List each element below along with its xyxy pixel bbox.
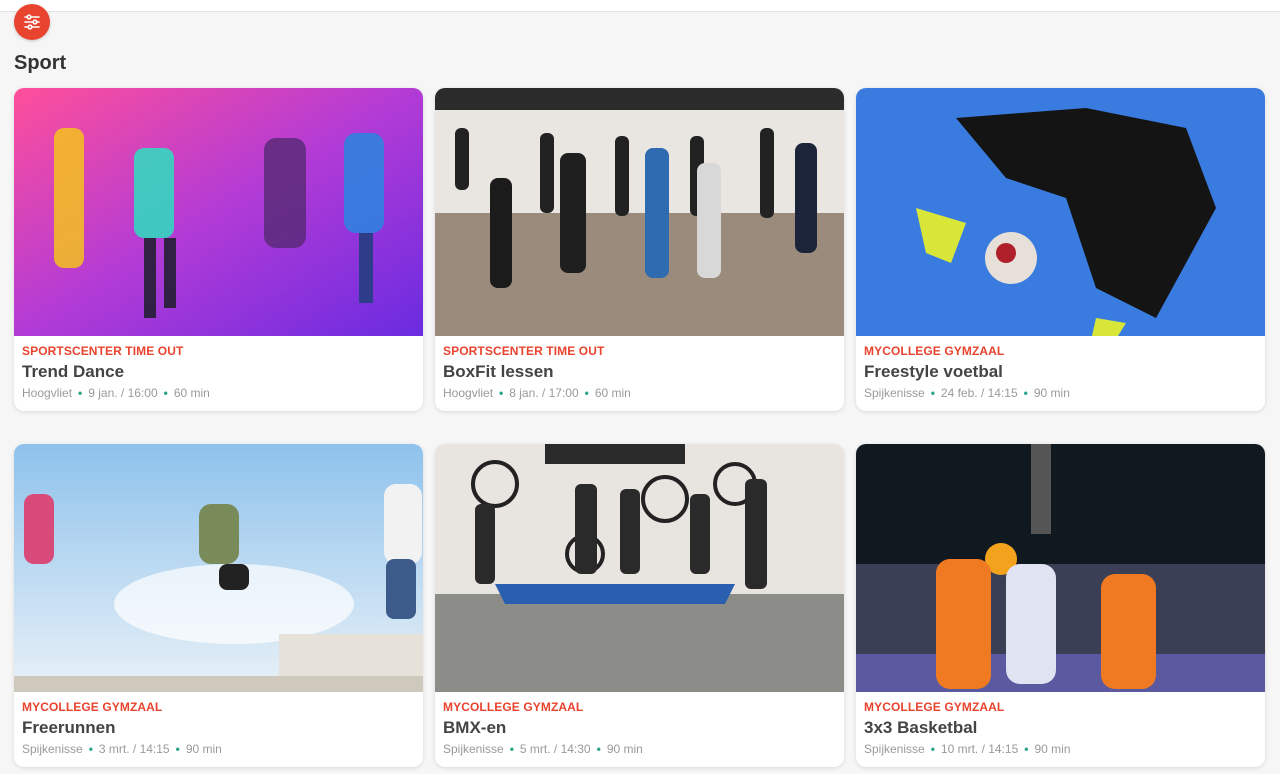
event-location: Spijkenisse	[864, 386, 925, 400]
separator-dot: •	[1023, 386, 1028, 400]
event-meta: Hoogvliet • 9 jan. / 16:00 • 60 min	[22, 386, 210, 400]
separator-dot: •	[163, 386, 168, 400]
event-location: Spijkenisse	[864, 742, 925, 756]
event-datetime: 9 jan. / 16:00	[88, 386, 158, 400]
section-title: Sport	[14, 52, 67, 74]
event-card-trend-dance[interactable]: SPORTSCENTER TIME OUT Trend Dance Hoogvl…	[14, 88, 423, 411]
event-title: Freestyle voetbal	[864, 362, 1003, 381]
event-title: 3x3 Basketbal	[864, 718, 978, 737]
event-duration: 90 min	[1034, 742, 1071, 756]
event-meta: Spijkenisse • 5 mrt. / 14:30 • 90 min	[443, 742, 643, 756]
event-location: Hoogvliet	[22, 386, 73, 400]
event-datetime: 5 mrt. / 14:30	[519, 742, 591, 756]
separator-dot: •	[930, 742, 935, 756]
event-datetime: 24 feb. / 14:15	[940, 386, 1018, 400]
event-location: Hoogvliet	[443, 386, 494, 400]
event-organizer: MYCOLLEGE GYMZAAL	[443, 700, 584, 714]
event-location: Spijkenisse	[443, 742, 504, 756]
separator-dot: •	[78, 386, 83, 400]
event-meta: Hoogvliet • 8 jan. / 17:00 • 60 min	[443, 386, 631, 400]
event-meta: Spijkenisse • 3 mrt. / 14:15 • 90 min	[22, 742, 222, 756]
separator-dot: •	[584, 386, 589, 400]
event-title: BMX-en	[443, 718, 507, 737]
event-photo	[856, 444, 1265, 692]
event-datetime: 8 jan. / 17:00	[509, 386, 579, 400]
event-location: Spijkenisse	[22, 742, 83, 756]
sliders-icon	[24, 14, 40, 30]
event-photo	[14, 88, 423, 336]
separator-dot: •	[175, 742, 180, 756]
separator-dot: •	[88, 742, 93, 756]
event-meta: Spijkenisse • 24 feb. / 14:15 • 90 min	[864, 386, 1070, 400]
event-organizer: SPORTSCENTER TIME OUT	[443, 344, 605, 358]
event-card-freerunnen[interactable]: MYCOLLEGE GYMZAAL Freerunnen Spijkenisse…	[14, 444, 423, 767]
separator-dot: •	[509, 742, 514, 756]
filter-button[interactable]	[14, 4, 50, 40]
event-duration: 90 min	[185, 742, 222, 756]
separator-dot: •	[930, 386, 935, 400]
event-meta: Spijkenisse • 10 mrt. / 14:15 • 90 min	[864, 742, 1071, 756]
event-duration: 90 min	[606, 742, 643, 756]
event-duration: 60 min	[173, 386, 210, 400]
separator-dot: •	[499, 386, 504, 400]
separator-dot: •	[596, 742, 601, 756]
event-card-3x3-basketbal[interactable]: MYCOLLEGE GYMZAAL 3x3 Basketbal Spijkeni…	[856, 444, 1265, 767]
separator-dot: •	[1024, 742, 1029, 756]
event-card-boxfit-lessen[interactable]: SPORTSCENTER TIME OUT BoxFit lessen Hoog…	[435, 88, 844, 411]
event-duration: 60 min	[594, 386, 631, 400]
event-photo	[435, 88, 844, 336]
event-datetime: 3 mrt. / 14:15	[98, 742, 170, 756]
event-organizer: MYCOLLEGE GYMZAAL	[22, 700, 163, 714]
event-title: BoxFit lessen	[443, 362, 554, 381]
event-datetime: 10 mrt. / 14:15	[940, 742, 1019, 756]
event-photo	[14, 444, 423, 692]
event-card-bmx-en[interactable]: MYCOLLEGE GYMZAAL BMX-en Spijkenisse • 5 m…	[435, 444, 844, 767]
event-organizer: MYCOLLEGE GYMZAAL	[864, 344, 1005, 358]
event-card-freestyle-voetbal[interactable]: MYCOLLEGE GYMZAAL Freestyle voetbal Spij…	[856, 88, 1265, 411]
event-duration: 90 min	[1033, 386, 1070, 400]
event-organizer: SPORTSCENTER TIME OUT	[22, 344, 184, 358]
event-photo	[435, 444, 844, 692]
event-title: Freerunnen	[22, 718, 116, 737]
top-bar	[0, 0, 1280, 12]
event-photo	[856, 88, 1265, 336]
event-organizer: MYCOLLEGE GYMZAAL	[864, 700, 1005, 714]
event-title: Trend Dance	[22, 362, 125, 381]
